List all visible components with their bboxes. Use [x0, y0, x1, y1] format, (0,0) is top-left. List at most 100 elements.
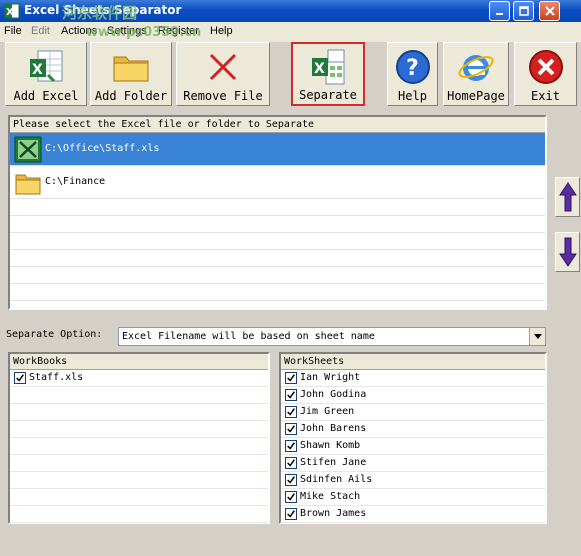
worksheet-name: Brown James [300, 508, 367, 519]
move-down-button[interactable] [555, 232, 580, 272]
empty-row [10, 506, 268, 523]
worksheet-name: Ian Wright [300, 372, 361, 383]
menu-file[interactable]: File [4, 25, 22, 37]
empty-row [10, 489, 268, 506]
svg-text:X: X [314, 61, 325, 77]
empty-row [10, 250, 545, 267]
empty-row [10, 455, 268, 472]
file-list-panel: Please select the Excel file or folder t… [8, 115, 547, 310]
homepage-button[interactable]: HomePage [443, 42, 509, 106]
arrow-up-icon [558, 182, 577, 212]
checkbox-checked-icon[interactable] [285, 406, 297, 418]
folder-icon [111, 47, 151, 87]
empty-row [10, 438, 268, 455]
add-excel-button[interactable]: X Add Excel [5, 42, 87, 106]
worksheet-item[interactable]: John Barens [281, 421, 545, 438]
exit-icon [526, 47, 566, 87]
help-icon: ? [393, 47, 433, 87]
file-list-item[interactable]: C:\Finance [10, 166, 545, 199]
workbooks-header: WorkBooks [10, 354, 268, 370]
file-list-header: Please select the Excel file or folder t… [10, 117, 545, 133]
remove-x-icon [203, 47, 243, 87]
folder-icon [15, 174, 41, 195]
remove-file-label: Remove File [183, 89, 263, 103]
worksheet-item[interactable]: Sdinfen Ails [281, 472, 545, 489]
empty-row [10, 233, 545, 250]
remove-file-button[interactable]: Remove File [176, 42, 270, 106]
workbook-name: Staff.xls [29, 372, 84, 383]
workbooks-panel: WorkBooks Staff.xls [8, 352, 270, 524]
worksheet-item[interactable]: Mike Stach [281, 489, 545, 506]
worksheet-name: Stifen Jane [300, 457, 367, 468]
worksheet-name: Sdinfen Ails [300, 474, 373, 485]
add-excel-icon: X [26, 47, 66, 87]
empty-row [10, 387, 268, 404]
checkbox-checked-icon[interactable] [285, 508, 297, 520]
dropdown-arrow-button[interactable] [529, 328, 545, 345]
minimize-button[interactable] [489, 1, 510, 21]
worksheet-item[interactable]: Brown James [281, 506, 545, 523]
exit-button[interactable]: Exit [514, 42, 577, 106]
move-up-button[interactable] [555, 177, 580, 217]
checkbox-checked-icon[interactable] [285, 389, 297, 401]
worksheet-name: Shawn Komb [300, 440, 361, 451]
excel-file-icon [14, 136, 42, 163]
checkbox-checked-icon[interactable] [285, 474, 297, 486]
watermark-logo: 河东软件园 www.pc0359.cn [62, 4, 201, 40]
svg-text:www.pc0359.cn: www.pc0359.cn [86, 25, 201, 40]
workbook-item[interactable]: Staff.xls [10, 370, 268, 387]
close-icon [544, 6, 555, 16]
worksheet-item[interactable]: Shawn Komb [281, 438, 545, 455]
menu-edit[interactable]: Edit [31, 25, 50, 37]
app-icon: X [4, 3, 20, 19]
checkbox-checked-icon[interactable] [285, 457, 297, 469]
exit-label: Exit [531, 89, 560, 103]
menu-help[interactable]: Help [210, 25, 233, 37]
help-label: Help [398, 89, 427, 103]
svg-text:X: X [32, 62, 43, 78]
worksheet-item[interactable]: Stifen Jane [281, 455, 545, 472]
checkbox-checked-icon[interactable] [285, 491, 297, 503]
empty-row [10, 472, 268, 489]
checkbox-checked-icon[interactable] [14, 372, 26, 384]
svg-text:?: ? [406, 56, 419, 81]
internet-explorer-icon [456, 47, 496, 87]
worksheet-name: John Barens [300, 423, 367, 434]
toolbar: X Add Excel Add Folder Remove File X Sep… [0, 42, 581, 112]
empty-row [10, 199, 545, 216]
worksheet-name: John Godina [300, 389, 367, 400]
maximize-button[interactable] [513, 1, 534, 21]
worksheet-item[interactable]: Ian Wright [281, 370, 545, 387]
worksheets-panel: WorkSheets Ian Wright John Godina Jim Gr… [279, 352, 547, 524]
svg-text:X: X [6, 7, 14, 18]
empty-row [10, 421, 268, 438]
file-list-item[interactable]: C:\Office\Staff.xls [10, 133, 545, 166]
separate-icon: X [308, 48, 348, 88]
checkbox-checked-icon[interactable] [285, 372, 297, 384]
chevron-down-icon [533, 333, 542, 339]
help-button[interactable]: ? Help [387, 42, 438, 106]
close-button[interactable] [539, 1, 560, 21]
worksheet-item[interactable]: Jim Green [281, 404, 545, 421]
worksheet-name: Jim Green [300, 406, 355, 417]
add-folder-button[interactable]: Add Folder [90, 42, 172, 106]
maximize-icon [518, 6, 529, 16]
worksheets-header: WorkSheets [281, 354, 545, 370]
file-path: C:\Office\Staff.xls [45, 143, 160, 154]
separate-option-dropdown[interactable]: Excel Filename will be based on sheet na… [118, 327, 546, 346]
empty-row [10, 216, 545, 233]
minimize-icon [495, 13, 503, 15]
checkbox-checked-icon[interactable] [285, 440, 297, 452]
folder-path: C:\Finance [45, 176, 106, 187]
separate-button[interactable]: X Separate [291, 42, 365, 106]
empty-row [10, 284, 545, 301]
add-excel-label: Add Excel [13, 89, 79, 103]
empty-row [10, 404, 268, 421]
worksheet-item[interactable]: John Godina [281, 387, 545, 404]
checkbox-checked-icon[interactable] [285, 423, 297, 435]
worksheet-name: Mike Stach [300, 491, 361, 502]
separate-label: Separate [299, 88, 357, 102]
homepage-label: HomePage [447, 89, 505, 103]
separate-option-value: Excel Filename will be based on sheet na… [122, 331, 375, 342]
empty-row [10, 267, 545, 284]
